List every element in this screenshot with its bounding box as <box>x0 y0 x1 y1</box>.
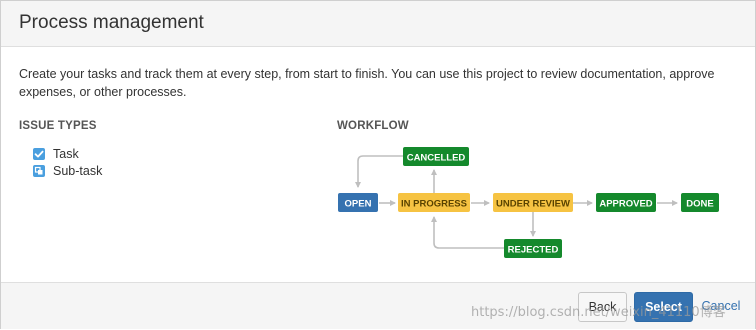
state-done: DONE <box>681 193 719 212</box>
state-under-review-label: UNDER REVIEW <box>496 199 570 210</box>
arrow-rejected-to-inprogress <box>431 216 504 249</box>
dialog-footer: Back Select Cancel <box>1 282 755 329</box>
cancel-button[interactable]: Cancel <box>696 292 746 320</box>
select-button[interactable]: Select <box>634 292 693 322</box>
arrow-cancelled-to-open <box>355 155 403 188</box>
workflow-diagram: OPEN IN PROGRESS UNDER REVIEW APPROVED D… <box>338 147 719 258</box>
state-approved: APPROVED <box>596 193 656 212</box>
state-open: OPEN <box>338 193 378 212</box>
state-under-review: UNDER REVIEW <box>493 193 573 212</box>
state-rejected: REJECTED <box>504 239 562 258</box>
state-in-progress: IN PROGRESS <box>398 193 470 212</box>
state-cancelled-label: CANCELLED <box>407 153 466 164</box>
state-in-progress-label: IN PROGRESS <box>401 199 467 210</box>
state-rejected-label: REJECTED <box>508 245 559 256</box>
state-done-label: DONE <box>686 199 713 210</box>
state-approved-label: APPROVED <box>599 199 652 210</box>
state-cancelled: CANCELLED <box>403 147 469 166</box>
state-open-label: OPEN <box>345 199 372 210</box>
back-button[interactable]: Back <box>578 292 627 322</box>
process-management-dialog: Process management Create your tasks and… <box>0 0 756 329</box>
